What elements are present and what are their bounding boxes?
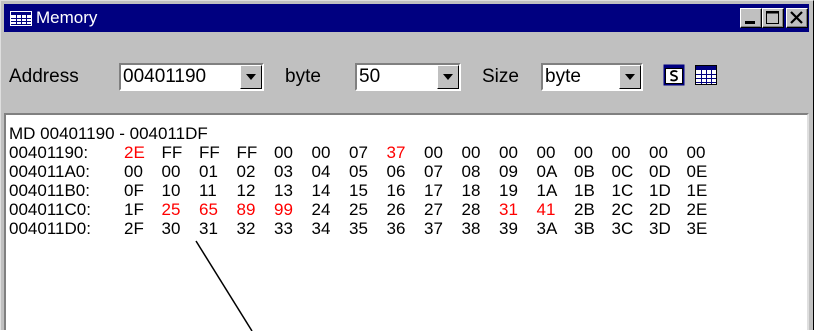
callout-pointer-line: [195, 240, 253, 331]
